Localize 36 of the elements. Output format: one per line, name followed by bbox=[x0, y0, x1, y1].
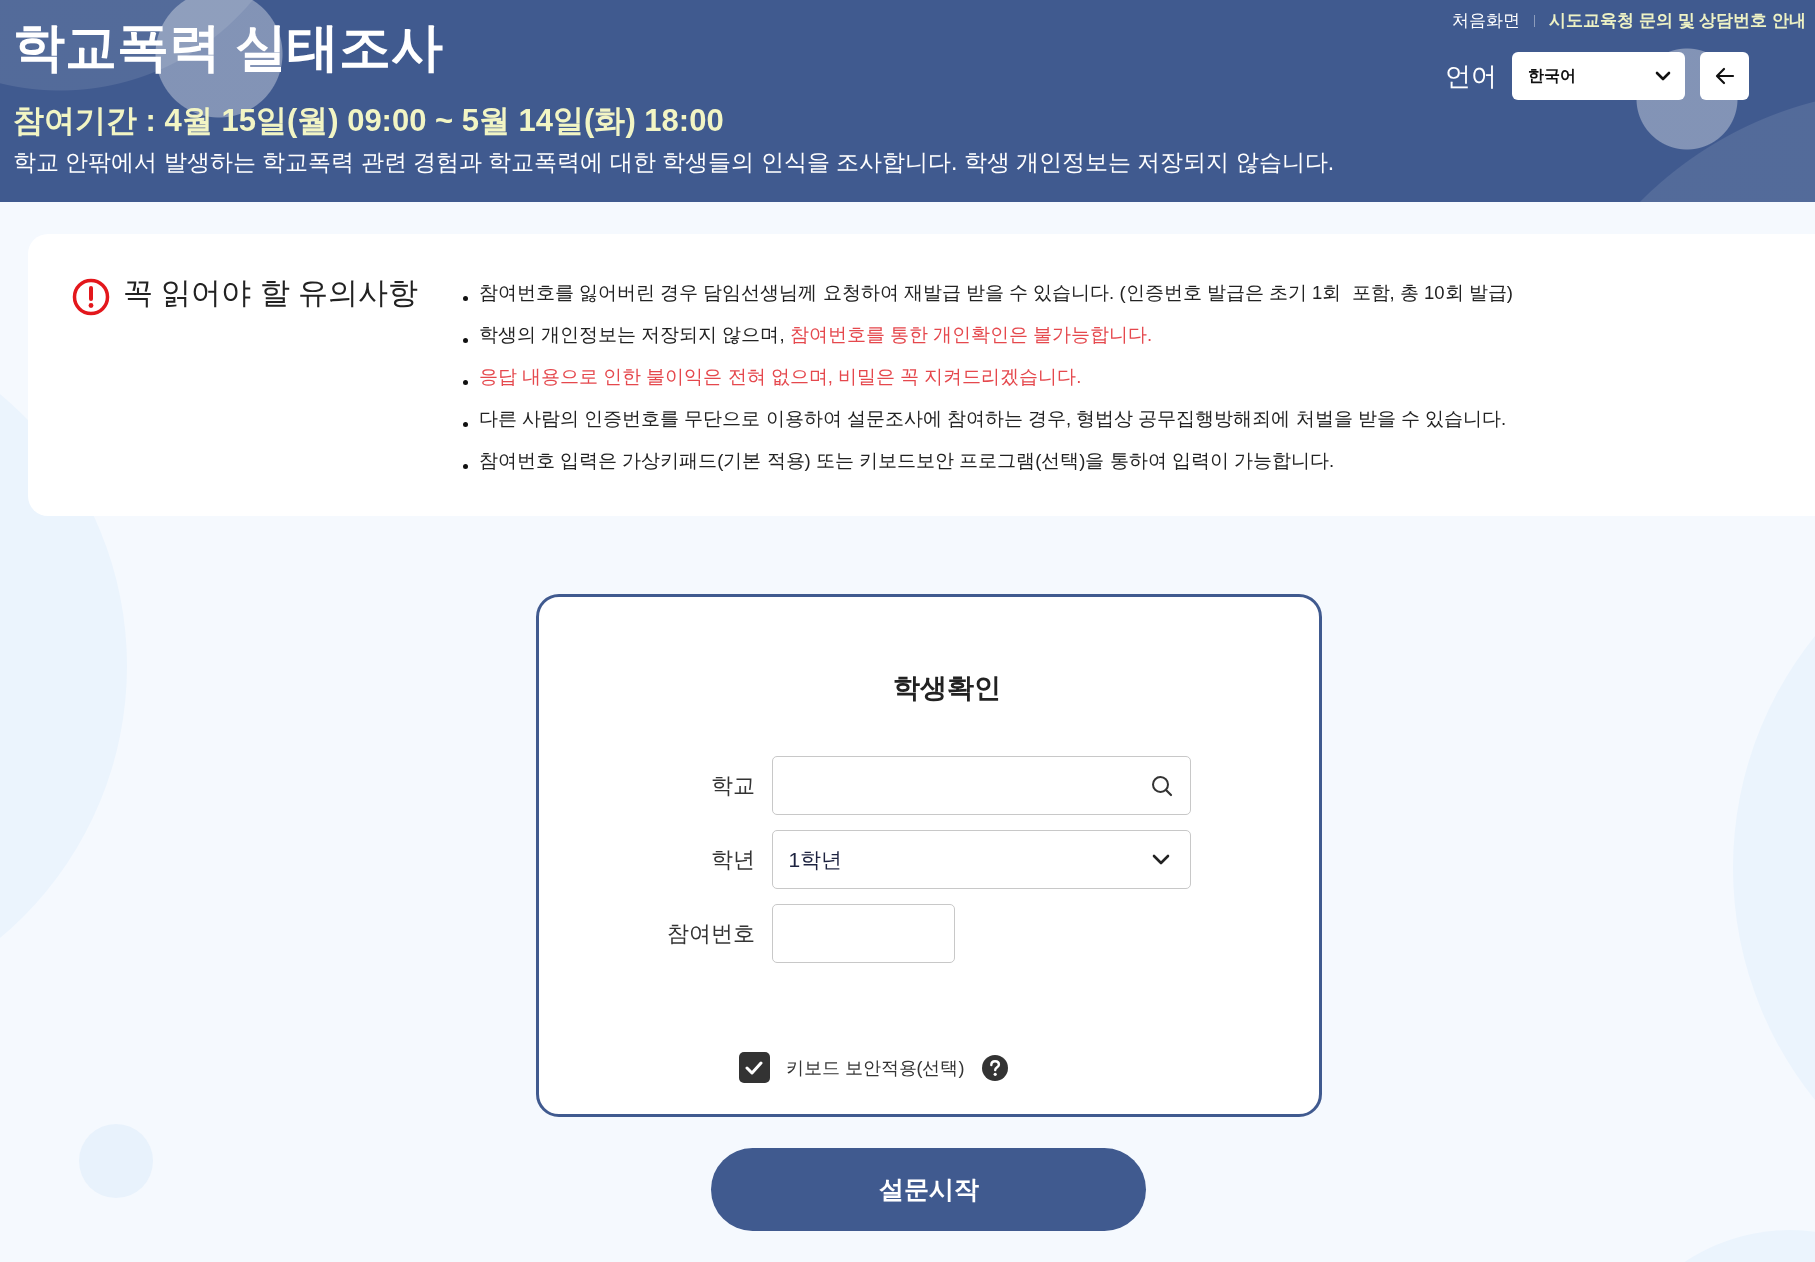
field-label: 학년 bbox=[709, 845, 755, 874]
field-label: 참여번호 bbox=[665, 919, 755, 948]
notice-text: 참여번호 입력은 가상키패드(기본 적용) 또는 키보드보안 프로그램(선택)을 통하여 입력이 가능합니다. bbox=[479, 449, 1335, 473]
description-text: 학교 안팎에서 발생하는 학교폭력 관련 경험과 학교폭력에 대한 학생들의 인식을 조사합니다. 학생 개인정보는 저장되지 않습니다. bbox=[13, 148, 1335, 177]
checkbox-label: 키보드 보안적용(선택) bbox=[785, 1056, 965, 1080]
participation-number-field[interactable] bbox=[771, 904, 955, 963]
arrow-left-icon bbox=[1714, 67, 1735, 85]
back-button[interactable] bbox=[1700, 52, 1749, 100]
bullet-icon bbox=[463, 295, 468, 301]
start-survey-button[interactable]: 설문시작 bbox=[711, 1148, 1146, 1231]
grade-select[interactable]: 1학년 bbox=[771, 830, 1191, 889]
bullet-icon bbox=[463, 337, 468, 343]
chevron-down-icon bbox=[1151, 854, 1170, 865]
language-select[interactable]: 한국어 bbox=[1512, 52, 1685, 100]
alert-icon bbox=[72, 278, 110, 316]
chevron-down-icon bbox=[1655, 71, 1671, 81]
header-link[interactable]: 처음화면 bbox=[1452, 8, 1521, 34]
school-search-field[interactable] bbox=[771, 756, 1191, 815]
header-link[interactable]: 시도교육청 문의 및 상담번호 안내 bbox=[1549, 8, 1806, 34]
form-title: 학생확인 bbox=[892, 672, 1001, 705]
notice-title: 꼭 읽어야 할 유의사항 bbox=[123, 275, 418, 311]
notice-text: 응답 내용으로 인한 불이익은 전혀 없으며, 비밀은 꼭 지켜드리겠습니다. bbox=[479, 365, 1082, 389]
checkmark-icon bbox=[745, 1060, 763, 1075]
bullet-icon bbox=[463, 421, 468, 427]
notice-text: 참여번호를 잃어버린 경우 담임선생님께 요청하여 재발급 받을 수 있습니다. (인증번호 발급은 초기 1회 포함, 총 10회 발급) bbox=[479, 281, 1513, 305]
notice-text: 다른 사람의 인증번호를 무단으로 이용하여 설문조사에 참여하는 경우, 형법상 공무집행방해죄에 처벌을 받을 수 있습니다. bbox=[479, 407, 1507, 431]
bullet-icon bbox=[463, 379, 468, 385]
help-icon[interactable] bbox=[981, 1054, 1008, 1081]
checkbox[interactable] bbox=[738, 1052, 770, 1083]
page-title: 학교폭력 실태조사 bbox=[13, 17, 444, 78]
period-text: 참여기간 : 4월 15일(월) 09:00 ~ 5월 14일(화) 18:00 bbox=[13, 102, 724, 140]
language-label: 언어 bbox=[1445, 60, 1497, 93]
search-icon bbox=[1150, 774, 1173, 797]
bullet-icon bbox=[463, 463, 468, 469]
field-label: 학교 bbox=[709, 771, 755, 800]
notice-text: 학생의 개인정보는 저장되지 않으며, 참여번호를 통한 개인확인은 불가능합니다. bbox=[479, 323, 1153, 347]
